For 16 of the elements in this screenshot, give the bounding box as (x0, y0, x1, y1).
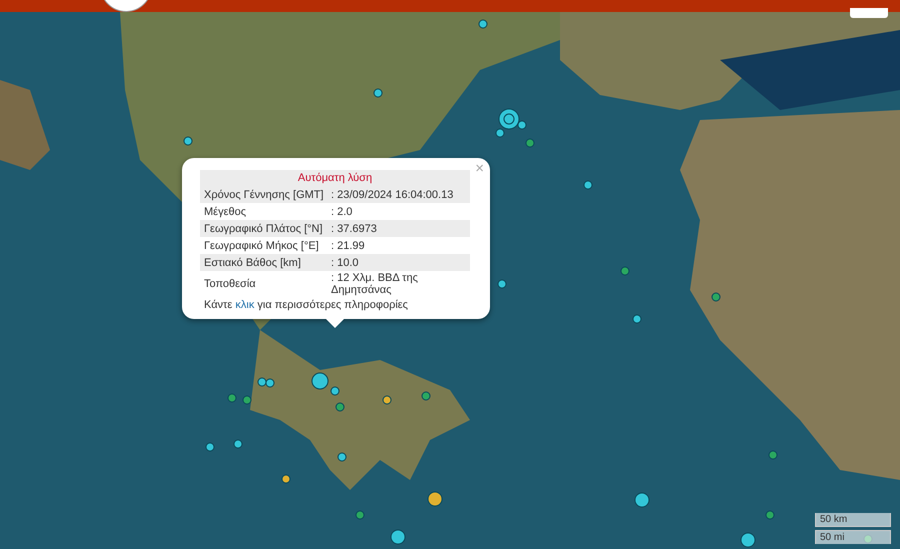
field-label: Μέγεθος (204, 206, 248, 218)
field-label: Γεωγραφικό Μήκος [°E] (204, 240, 320, 252)
map-control-button[interactable] (850, 8, 888, 18)
field-value: : 21.99 (331, 240, 366, 252)
field-label: Τοποθεσία (204, 278, 257, 290)
field-label: Χρόνος Γέννησης [GMT] (204, 188, 325, 200)
field-value: : 37.6973 (331, 222, 378, 234)
popup-title: Αυτόματη λύση (200, 170, 470, 186)
field-value: : 12 Χλμ. ΒΒΔ της Δημητσάνας (331, 272, 419, 296)
field-label: Εστιακό Βάθος [km] (204, 256, 302, 268)
more-info-link[interactable]: κλικ (235, 299, 254, 311)
field-value: : 2.0 (331, 206, 354, 218)
field-label: Γεωγραφικό Πλάτος [°N] (204, 222, 324, 234)
field-value: : 10.0 (331, 256, 360, 268)
field-value: : 23/09/2024 16:04:00.13 (331, 188, 454, 200)
more-info-text: Κάντε κλικ για περισσότερες πληροφορίες (203, 298, 409, 311)
